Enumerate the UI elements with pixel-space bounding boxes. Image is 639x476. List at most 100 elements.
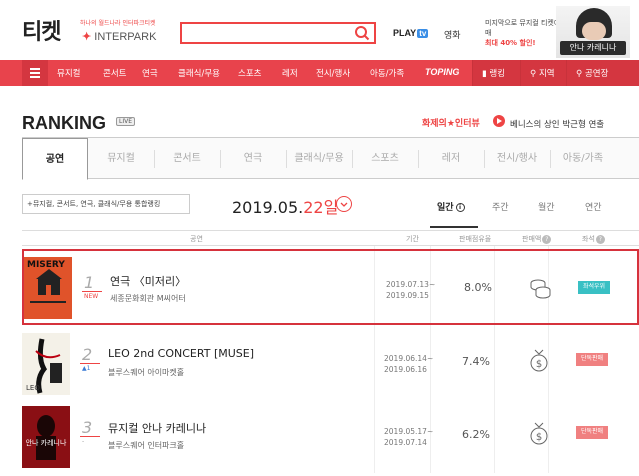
site-header: 티켓 하나의 월드나라 인터파크티켓 ✦ INTERPARK PLAY tv 영화… [0,0,639,60]
ad-figure-face [582,22,606,40]
table-row[interactable]: LEO 2 ▲1 LEO 2nd CONCERT [MUSE] 블루스퀘어 아이… [22,327,639,403]
main-nav: 뮤지컬 콘서트 연극 클래식/무용 스포츠 레저 전시/행사 아동/가족 TOP… [0,60,639,86]
date-picker-button[interactable] [336,196,352,212]
ranking-date: 2019.05.22일 [232,194,338,218]
playtv-link[interactable]: PLAY tv [392,28,429,38]
nav-region-label: 지역 [538,69,555,79]
info-icon[interactable]: i [455,203,465,212]
date-day: 22일 [303,198,339,217]
status-badge: 단독판매 [576,426,608,439]
table-header: 공연 기간 판매점유율 판매액? 좌석? [22,230,639,246]
poster-image[interactable]: 안나 카레니나 [22,406,70,468]
logo-brand-text: INTERPARK [94,31,157,43]
nav-item-sports[interactable]: 스포츠 [238,67,261,79]
money-bag-icon: $ [530,422,548,445]
category-tabs: 공연 뮤지컬 콘서트 연극 클래식/무용 스포츠 레저 전시/행사 아동/가족 [22,137,639,180]
chevron-down-icon [340,202,348,207]
tab-play[interactable]: 연극 [220,138,286,179]
tab-performance[interactable]: 공연 [22,138,88,180]
period-weekly[interactable]: 주간 [492,200,509,213]
table-row[interactable]: 안나 카레니나 3 - 뮤지컬 안나 카레니나 블루스퀘어 인터파크홀 2019… [22,400,639,476]
col-performance: 공연 [190,235,203,243]
nav-item-concert[interactable]: 콘서트 [103,67,126,79]
logo-brand[interactable]: ✦ INTERPARK [82,30,156,43]
tab-leisure[interactable]: 레저 [418,138,484,179]
tab-concert[interactable]: 콘서트 [154,138,220,179]
nav-item-play[interactable]: 연극 [142,67,158,79]
status-badge: 좌석우위 [578,281,610,294]
interview-banner-title[interactable]: 화제의★인터뷰 [422,116,480,129]
performance-title[interactable]: 뮤지컬 안나 카레니나 [108,420,206,436]
tab-sports[interactable]: 스포츠 [352,138,418,179]
col-seat: 좌석? [582,234,605,244]
performance-period: 2019.05.17~ 2019.07.14 [384,426,433,448]
nav-item-family[interactable]: 아동/가족 [370,67,404,79]
ad-banner-image[interactable]: 안나 카레니나 [556,6,630,58]
nav-item-leisure[interactable]: 레저 [282,67,298,79]
performance-period: 2019.06.14~ 2019.06.16 [384,353,433,375]
table-row[interactable]: MISERY 1 NEW 연극 〈미저리〉 세종문화회관 M씨어터 2019.0… [22,249,639,325]
tab-musical[interactable]: 뮤지컬 [88,138,154,179]
col-sales: 판매액? [522,234,552,244]
help-icon[interactable]: ? [595,235,605,244]
nav-ranking-label: 랭킹 [489,69,506,79]
poster-image[interactable]: LEO [22,333,70,395]
playtv-badge: tv [417,29,429,38]
ad-line1: 미지막으로 뮤지컬 티켓예매 [485,19,561,37]
page-title: RANKING [22,113,106,133]
search-input[interactable] [180,22,376,44]
col-sales-label: 판매액 [522,235,542,243]
date-start: 2019.05.17~ [384,427,434,436]
menu-bar [30,76,40,78]
rank-underline [80,436,100,437]
sales-share: 7.4% [462,355,490,368]
rank-number: 3 [82,418,93,437]
interview-banner-subtitle[interactable]: 베니스의 상인 박근형 연출 [510,118,604,130]
coins-icon [530,279,551,299]
poster-art [22,406,70,468]
nav-item-toping[interactable]: TOPING [425,67,459,77]
date-end: 2019.09.15 [386,291,429,300]
performance-period: 2019.07.13~ 2019.09.15 [386,279,435,301]
tab-family[interactable]: 아동/가족 [550,138,616,179]
logo[interactable]: 티켓 [22,14,61,46]
date-end: 2019.07.14 [384,438,427,447]
svg-text:$: $ [536,359,542,370]
ad-banner-label: 안나 카레니나 [560,41,626,55]
tab-exhibition[interactable]: 전시/행사 [484,138,550,179]
period-daily[interactable]: 일간 i [437,200,465,213]
logo-tagline: 하나의 월드나라 인터파크티켓 [80,20,156,27]
menu-icon[interactable] [22,60,48,86]
integrated-ranking-filter[interactable]: +뮤지컬, 콘서트, 연극, 클래식/무용 통합랭킹 [22,194,190,214]
date-prefix: 2019.05. [232,198,304,217]
period-daily-label: 일간 [437,203,454,213]
nav-item-exhibition[interactable]: 전시/행사 [316,67,350,79]
poster-title: MISERY [27,260,65,270]
movie-link[interactable]: 영화 [444,28,461,41]
search-icon[interactable] [354,25,370,41]
period-active-underline [430,226,478,228]
menu-bar [30,72,40,74]
svg-text:$: $ [536,432,542,443]
period-monthly[interactable]: 월간 [538,200,555,213]
nav-divider [472,60,473,86]
nav-item-region[interactable]: ⚲ 지역 [530,67,555,79]
tab-classic[interactable]: 클래식/무용 [286,138,352,179]
ad-text[interactable]: 미지막으로 뮤지컬 티켓예매 최대 40% 할인! [485,18,565,48]
date-end: 2019.06.16 [384,365,427,374]
poster-image[interactable]: MISERY [24,257,72,319]
nav-item-ranking[interactable]: ▮ 랭킹 [482,67,505,79]
nav-divider [566,60,567,86]
poster-title: LEO [26,384,40,392]
sales-share: 8.0% [464,281,492,294]
play-icon[interactable] [492,114,508,130]
nav-item-musical[interactable]: 뮤지컬 [57,67,80,79]
period-yearly[interactable]: 연간 [585,200,602,213]
performance-title[interactable]: LEO 2nd CONCERT [MUSE] [108,347,254,360]
ad-line2: 최대 40% 할인! [485,39,536,47]
performance-title[interactable]: 연극 〈미저리〉 [110,273,186,289]
col-period: 기간 [406,235,419,243]
nav-item-classic[interactable]: 클래식/무용 [178,67,220,79]
nav-item-venue[interactable]: ⚲ 공연장 [576,67,608,79]
help-icon[interactable]: ? [542,235,552,244]
